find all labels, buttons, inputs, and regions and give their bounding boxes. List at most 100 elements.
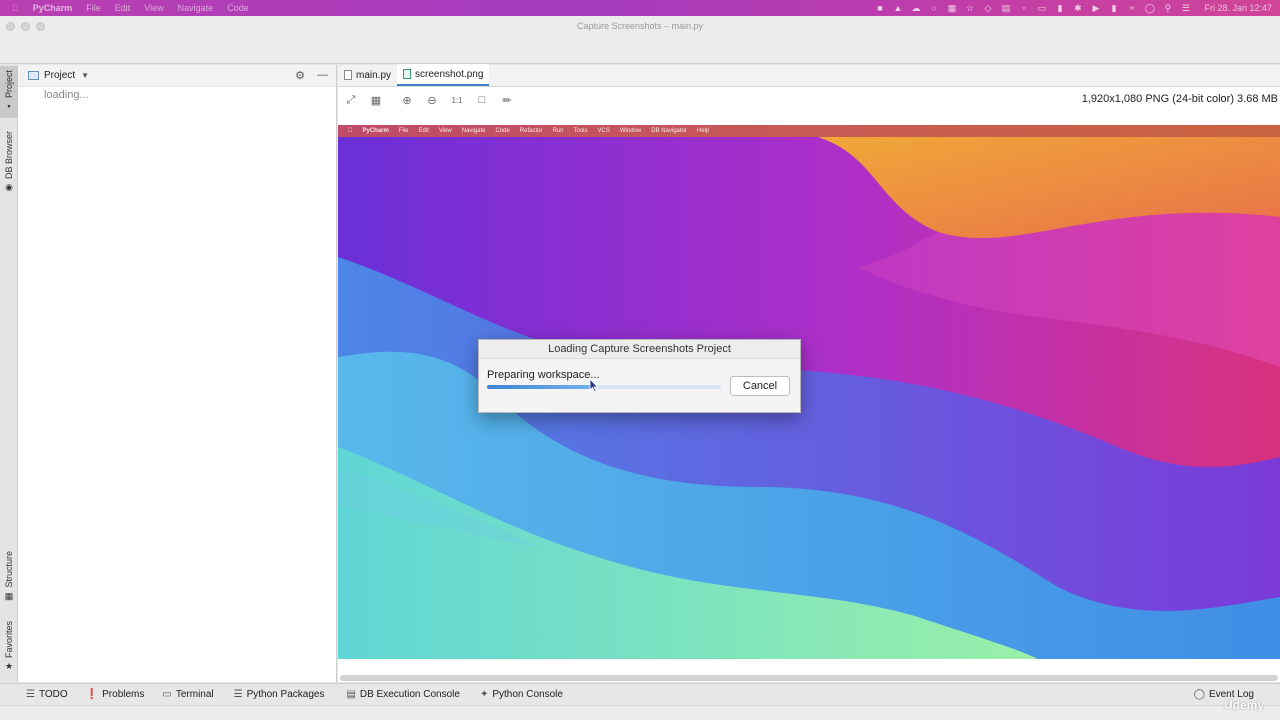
tool-python-packages[interactable]: ☰ Python Packages: [234, 689, 325, 700]
preview-menu-item: File: [394, 128, 409, 134]
project-loading-text: loading...: [44, 89, 89, 101]
zoom-out-icon[interactable]: ⊖: [425, 93, 439, 107]
horizontal-scrollbar[interactable]: [340, 675, 1278, 681]
menu-file[interactable]: File: [86, 3, 101, 13]
project-panel-title[interactable]: Project: [44, 70, 75, 81]
mouse-cursor-icon: [589, 378, 599, 392]
tab-main-py[interactable]: main.py: [338, 64, 397, 86]
chevron-down-icon[interactable]: ▼: [81, 71, 89, 80]
editor-area: main.py screenshot.png ⤢ ▦ ⊕ ⊖ 1:1 □ ✏ 1…: [338, 64, 1280, 682]
actual-size-icon[interactable]: 1:1: [450, 93, 464, 107]
close-window-button[interactable]: [6, 22, 15, 31]
event-log-icon: ◯: [1193, 689, 1205, 700]
tool-tab-structure[interactable]: Structure ▦: [0, 551, 18, 609]
user-icon[interactable]: ◯: [1144, 3, 1155, 13]
status-app-icon[interactable]: ○: [928, 3, 939, 13]
menu-navigate[interactable]: Navigate: [178, 3, 214, 13]
status-app-icon[interactable]: ▦: [946, 3, 957, 13]
grid-icon[interactable]: ▦: [369, 93, 383, 107]
tool-python-packages-label: Python Packages: [246, 689, 325, 700]
tool-terminal-label: Terminal: [175, 689, 214, 700]
window-controls: [6, 22, 45, 31]
control-center-icon[interactable]: ☰: [1180, 3, 1191, 13]
python-icon: ✦: [479, 689, 489, 700]
minimize-window-button[interactable]: [21, 22, 30, 31]
wifi-icon[interactable]: ≈: [1126, 3, 1137, 13]
tab-screenshot-png[interactable]: screenshot.png: [397, 64, 490, 86]
list-icon: ☰: [26, 689, 35, 700]
editor-tabs: main.py screenshot.png: [338, 64, 1280, 87]
fit-window-icon[interactable]: □: [475, 93, 489, 107]
dialog-title: Loading Capture Screenshots Project: [479, 340, 800, 359]
status-app-icon[interactable]: ■: [874, 3, 885, 13]
preview-menu-item: Navigate: [457, 128, 486, 134]
gear-icon[interactable]: ⚙: [295, 69, 305, 82]
search-icon[interactable]: ⚲: [1162, 3, 1173, 13]
tool-terminal[interactable]: ▭ Terminal: [162, 689, 213, 700]
preview-menu-bar:  PyCharm File Edit View Navigate Code R…: [338, 125, 1280, 137]
status-app-icon[interactable]: ▫: [1018, 3, 1029, 13]
apple-icon: : [348, 128, 353, 134]
project-panel: Project ▼ ⚙ — loading...: [18, 65, 337, 682]
tool-python-console-label: Python Console: [492, 689, 563, 700]
status-bar: [0, 705, 1280, 720]
packages-icon: ☰: [233, 689, 243, 700]
preview-menu-item: Tools: [569, 128, 588, 134]
tool-python-console[interactable]: ✦ Python Console: [480, 689, 563, 700]
fit-zoom-icon[interactable]: ⤢: [344, 93, 358, 107]
tool-tab-db-browser[interactable]: DB Browser ◉: [0, 131, 18, 201]
preview-menu-item: View: [434, 128, 452, 134]
apple-icon[interactable]: : [12, 3, 19, 13]
preview-menu-item: PyCharm: [358, 128, 389, 134]
tool-tab-structure-label: Structure: [4, 551, 14, 588]
preview-menu-item: Window: [615, 128, 641, 134]
star-icon[interactable]: ☆: [964, 3, 975, 13]
status-app-icon[interactable]: ▤: [1000, 3, 1011, 13]
color-picker-icon[interactable]: ✏: [500, 93, 514, 107]
star-icon: ★: [4, 661, 14, 672]
folder-icon: ▪: [7, 101, 11, 112]
cloud-icon[interactable]: ☁: [910, 3, 921, 13]
battery-icon[interactable]: ▮: [1108, 3, 1119, 13]
menu-edit[interactable]: Edit: [115, 3, 131, 13]
status-app-icon[interactable]: ▭: [1036, 3, 1047, 13]
zoom-in-icon[interactable]: ⊕: [400, 93, 414, 107]
loading-dialog: Loading Capture Screenshots Project Prep…: [478, 339, 801, 413]
tool-tab-favorites[interactable]: Favorites ★: [0, 621, 18, 679]
terminal-icon: ▭: [162, 689, 172, 700]
udemy-watermark: Udemy: [1223, 698, 1264, 712]
tool-db-execution-console[interactable]: ▤ DB Execution Console: [346, 689, 460, 700]
structure-icon: ▦: [4, 590, 14, 601]
image-info: 1,920x1,080 PNG (24-bit color) 3.68 MB: [1081, 93, 1278, 105]
status-app-icon[interactable]: ◇: [982, 3, 993, 13]
image-file-icon: [403, 69, 412, 79]
tool-problems[interactable]: ❗ Problems: [86, 689, 145, 700]
progress-fill: [487, 385, 593, 389]
tool-tab-project[interactable]: Project ▪: [0, 66, 18, 118]
tool-tab-favorites-label: Favorites: [4, 621, 14, 659]
status-app-icon[interactable]: ▶: [1090, 3, 1101, 13]
status-app-icon[interactable]: ▮: [1054, 3, 1065, 13]
preview-menu-item: Refactor: [515, 128, 543, 134]
tool-todo[interactable]: ☰ TODO: [26, 689, 68, 700]
window-title: Capture Screenshots – main.py: [576, 21, 704, 31]
menu-view[interactable]: View: [144, 3, 163, 13]
cancel-button[interactable]: Cancel: [730, 376, 790, 396]
tab-label: main.py: [356, 69, 392, 81]
bluetooth-icon[interactable]: ✱: [1072, 3, 1083, 13]
project-panel-header: Project ▼ ⚙ —: [18, 65, 336, 87]
zoom-window-button[interactable]: [36, 22, 45, 31]
menubar-clock[interactable]: Fri 28. Jan 12:47: [1204, 3, 1272, 13]
tool-tab-project-label: Project: [4, 70, 14, 99]
tool-todo-label: TODO: [38, 689, 68, 700]
minimize-panel-icon[interactable]: —: [317, 69, 328, 82]
main-toolbar: [0, 36, 1280, 64]
menu-app-name[interactable]: PyCharm: [33, 3, 73, 13]
image-preview:  PyCharm File Edit View Navigate Code R…: [338, 125, 1280, 659]
left-tool-stripe: Project ▪ DB Browser ◉ Structure ▦ Favor…: [0, 65, 18, 682]
project-view-icon: [28, 71, 39, 80]
status-app-icon[interactable]: ▲: [892, 3, 903, 13]
menu-code[interactable]: Code: [227, 3, 249, 13]
database-icon: ◉: [5, 182, 13, 193]
preview-menu-item: Code: [490, 128, 509, 134]
